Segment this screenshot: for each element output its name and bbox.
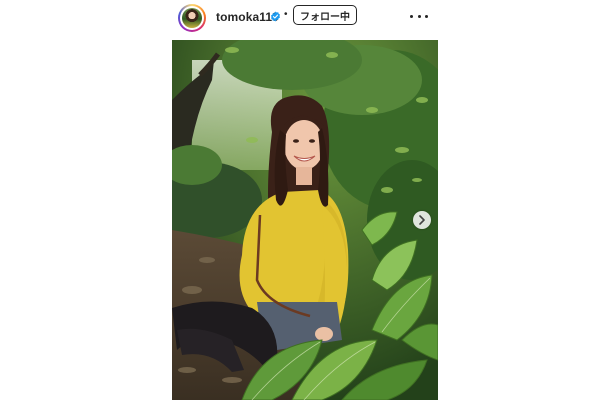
post-image[interactable] (172, 40, 438, 400)
photo-illustration (172, 40, 438, 400)
following-button[interactable]: フォロー中 (293, 5, 357, 25)
verified-badge-icon (270, 11, 281, 22)
avatar-image (182, 8, 202, 28)
more-options-icon[interactable] (410, 10, 428, 22)
profile-avatar[interactable] (178, 4, 206, 32)
separator-dot: • (284, 9, 288, 20)
chevron-right-icon (419, 215, 425, 225)
next-image-button[interactable] (413, 211, 431, 229)
post-header: tomoka119 • フォロー中 (172, 0, 438, 36)
